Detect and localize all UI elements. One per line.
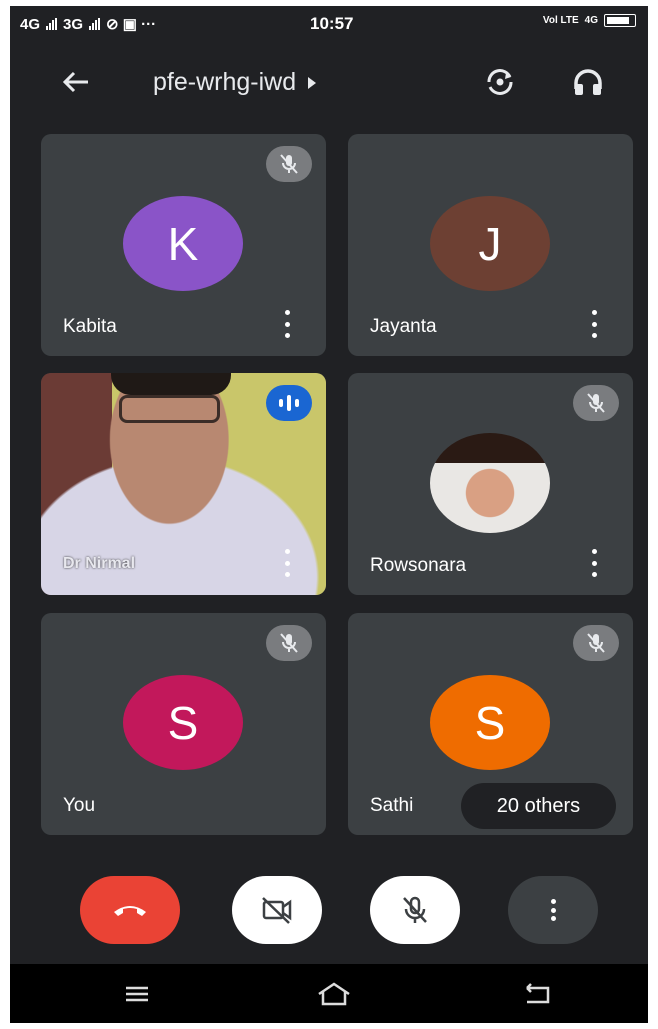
mic-off-icon (280, 633, 298, 653)
back-nav-button[interactable] (515, 976, 559, 1012)
participant-tile-video[interactable]: Dr Nirmal (41, 373, 326, 595)
mic-off-badge (573, 625, 619, 661)
mic-off-icon (403, 896, 427, 923)
recent-apps-button[interactable] (115, 976, 159, 1012)
menu-icon (126, 986, 148, 1002)
mic-off-badge (266, 146, 312, 182)
status-bar: 4G 3G ⊘ ▣ ··· 10:57 Vol LTE 4G (10, 6, 648, 42)
meeting-info-button[interactable]: pfe-wrhg-iwd (153, 68, 317, 97)
network-type-2: 3G (63, 15, 84, 33)
more-options-icon[interactable] (282, 310, 292, 338)
camera-off-icon (262, 897, 292, 924)
participant-name: Dr Nirmal (63, 555, 136, 572)
more-options-icon[interactable] (589, 549, 599, 577)
back-button[interactable] (56, 62, 96, 102)
mic-toggle-button[interactable] (370, 876, 460, 944)
switch-camera-button[interactable] (480, 62, 520, 102)
mic-off-icon (587, 393, 605, 413)
participant-name: You (63, 795, 96, 816)
mic-off-badge (266, 625, 312, 661)
participant-name: Jayanta (370, 316, 437, 337)
camera-toggle-button[interactable] (232, 876, 322, 944)
headphones-icon (574, 69, 602, 95)
end-call-button[interactable] (80, 876, 180, 944)
profile-photo (430, 433, 550, 533)
audio-output-button[interactable] (568, 62, 608, 102)
participant-tile[interactable]: J Jayanta (348, 134, 633, 356)
home-button[interactable] (312, 976, 356, 1012)
others-chip[interactable]: 20 others (461, 783, 616, 829)
participant-tile[interactable]: K Kabita (41, 134, 326, 356)
network-type-1: 4G (20, 15, 41, 33)
caret-right-icon (308, 76, 317, 89)
participant-name: Sathi (370, 795, 414, 816)
meet-call-screen: 4G 3G ⊘ ▣ ··· 10:57 Vol LTE 4G pfe-wrhg-… (10, 6, 648, 1023)
more-options-icon[interactable] (282, 549, 292, 577)
battery-icon (604, 14, 636, 27)
participant-tile[interactable]: Rowsonara (348, 373, 633, 595)
mic-off-badge (573, 385, 619, 421)
home-icon (318, 982, 350, 1006)
lte-label: 4G (584, 15, 598, 26)
speaking-indicator-icon (266, 385, 312, 421)
top-app-bar: pfe-wrhg-iwd (10, 52, 648, 112)
avatar: K (123, 196, 243, 291)
end-call-icon (114, 906, 146, 916)
switch-camera-icon (487, 69, 513, 95)
more-options-button[interactable] (508, 876, 598, 944)
participant-name: Rowsonara (370, 555, 467, 576)
meeting-code: pfe-wrhg-iwd (153, 68, 297, 96)
back-nav-icon (526, 983, 550, 1004)
notification-icon: ⊘ ▣ ··· (106, 16, 157, 33)
avatar: J (430, 196, 550, 291)
more-vert-icon (548, 899, 558, 921)
carrier-label: Vol LTE (542, 15, 579, 26)
avatar: S (430, 675, 550, 770)
participant-tile-self[interactable]: S You (41, 613, 326, 835)
arrow-back-icon (62, 71, 88, 93)
participant-name: Kabita (63, 316, 117, 337)
signal-icon (46, 18, 58, 30)
avatar: S (123, 675, 243, 770)
signal-icon-2 (89, 18, 101, 30)
clock: 10:57 (310, 14, 354, 33)
system-nav-bar (10, 964, 648, 1023)
mic-off-icon (587, 633, 605, 653)
mic-off-icon (280, 154, 298, 174)
more-options-icon[interactable] (589, 310, 599, 338)
